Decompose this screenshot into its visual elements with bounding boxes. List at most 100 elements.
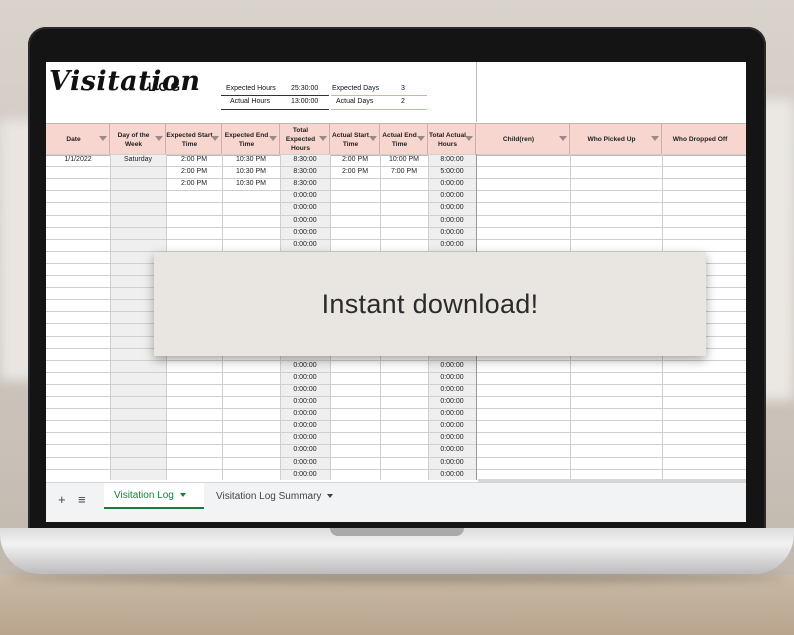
table-cell[interactable]: 0:00:00 [428, 398, 476, 405]
table-cell[interactable]: 2:00 PM [166, 156, 222, 163]
expected-hours-value[interactable]: 25:30:00 [291, 85, 318, 92]
row-divider [46, 469, 746, 470]
table-cell[interactable]: 0:00:00 [428, 434, 476, 441]
all-sheets-menu-icon[interactable]: ≡ [78, 492, 86, 507]
table-cell[interactable]: 0:00:00 [280, 459, 330, 466]
row-divider [46, 420, 746, 421]
table-cell[interactable]: 0:00:00 [280, 192, 330, 199]
table-cell[interactable]: 8:30:00 [280, 156, 330, 163]
col-header-actual-start[interactable]: Actual Start Time [330, 124, 380, 155]
summary-divider-accent [331, 95, 427, 96]
table-cell[interactable]: 0:00:00 [280, 241, 330, 248]
filter-dropdown-icon[interactable] [211, 136, 219, 141]
table-cell[interactable]: 0:00:00 [428, 471, 476, 478]
filter-dropdown-icon[interactable] [269, 136, 277, 141]
table-cell[interactable]: 1/1/2022 [46, 156, 110, 163]
sheet-tab-bar: + ≡ Visitation Log Visitation Log Summar… [46, 482, 746, 522]
tab-visitation-log[interactable]: Visitation Log [104, 483, 204, 509]
table-cell[interactable]: 2:00 PM [330, 168, 380, 175]
add-sheet-icon[interactable]: + [58, 492, 66, 507]
filter-dropdown-icon[interactable] [559, 136, 567, 141]
row-divider [46, 408, 746, 409]
table-cell[interactable]: 10:00 PM [380, 156, 428, 163]
table-cell[interactable]: 2:00 PM [166, 168, 222, 175]
filter-dropdown-icon[interactable] [99, 136, 107, 141]
col-header-who-picked-up[interactable]: Who Picked Up [570, 124, 662, 155]
table-cell[interactable]: 2:00 PM [166, 180, 222, 187]
table-cell[interactable]: 8:30:00 [280, 168, 330, 175]
table-cell[interactable]: 0:00:00 [428, 422, 476, 429]
table-cell[interactable]: 0:00:00 [280, 362, 330, 369]
col-header-day-of-week[interactable]: Day of the Week [110, 124, 166, 155]
table-cell[interactable]: 5:00:00 [428, 168, 476, 175]
table-cell[interactable]: 0:00:00 [280, 398, 330, 405]
col-header-children[interactable]: Child(ren) [476, 124, 570, 155]
table-cell[interactable]: 0:00:00 [428, 446, 476, 453]
table-cell[interactable]: 10:30 PM [222, 180, 280, 187]
header-right-area [476, 62, 746, 122]
table-cell[interactable]: 0:00:00 [280, 204, 330, 211]
table-cell[interactable]: 7:00 PM [380, 168, 428, 175]
actual-days-value[interactable]: 2 [401, 98, 405, 105]
table-cell[interactable]: 0:00:00 [428, 180, 476, 187]
table-cell[interactable]: 0:00:00 [428, 459, 476, 466]
table-cell[interactable]: 0:00:00 [280, 386, 330, 393]
col-header-total-actual[interactable]: Total Actual Hours [428, 124, 476, 155]
table-cell[interactable]: 10:30 PM [222, 168, 280, 175]
col-header-total-expected[interactable]: Total Expected Hours [280, 124, 330, 155]
tab-menu-caret-icon[interactable] [180, 493, 186, 497]
table-cell[interactable]: 0:00:00 [428, 410, 476, 417]
filter-dropdown-icon[interactable] [651, 136, 659, 141]
actual-hours-value[interactable]: 13:00:00 [291, 98, 318, 105]
wooden-table [0, 575, 794, 635]
col-header-who-dropped-off[interactable]: Who Dropped Off [662, 124, 746, 155]
table-cell[interactable]: 0:00:00 [428, 362, 476, 369]
actual-hours-label: Actual Hours [230, 98, 270, 105]
table-cell[interactable]: 0:00:00 [280, 434, 330, 441]
col-header-expected-start[interactable]: Expected Start Time [166, 124, 222, 155]
table-cell[interactable]: 0:00:00 [428, 192, 476, 199]
row-divider [46, 360, 746, 361]
spreadsheet-screen: Visitation LOG Expected Hours 25:30:00 E… [46, 62, 746, 522]
expected-hours-label: Expected Hours [226, 85, 276, 92]
table-cell[interactable]: 8:30:00 [280, 180, 330, 187]
table-cell[interactable]: 0:00:00 [428, 241, 476, 248]
filter-dropdown-icon[interactable] [465, 136, 473, 141]
sheet-title-suffix: LOG [148, 80, 183, 94]
tab-menu-caret-icon[interactable] [327, 494, 333, 498]
table-cell[interactable]: 0:00:00 [280, 374, 330, 381]
table-cell[interactable]: 0:00:00 [280, 217, 330, 224]
table-cell[interactable]: 2:00 PM [330, 156, 380, 163]
filter-dropdown-icon[interactable] [417, 136, 425, 141]
col-header-actual-end[interactable]: Actual End Time [380, 124, 428, 155]
tab-visitation-log-summary[interactable]: Visitation Log Summary [206, 483, 346, 509]
laptop-notch [330, 528, 464, 536]
table-cell[interactable]: 0:00:00 [280, 422, 330, 429]
expected-days-value[interactable]: 3 [401, 85, 405, 92]
instant-download-banner: Instant download! [154, 252, 706, 356]
table-cell[interactable]: 0:00:00 [428, 374, 476, 381]
row-divider [46, 227, 746, 228]
row-divider [46, 202, 746, 203]
table-cell[interactable]: 10:30 PM [222, 156, 280, 163]
table-cell[interactable]: 8:00:00 [428, 156, 476, 163]
table-cell[interactable]: 0:00:00 [428, 204, 476, 211]
summary-divider [221, 95, 329, 96]
filter-dropdown-icon[interactable] [369, 136, 377, 141]
row-divider [46, 215, 746, 216]
filter-dropdown-icon[interactable] [155, 136, 163, 141]
table-cell[interactable]: 0:00:00 [428, 386, 476, 393]
col-header-date[interactable]: Date [46, 124, 110, 155]
table-cell[interactable]: 0:00:00 [280, 229, 330, 236]
row-divider [46, 384, 746, 385]
table-cell[interactable]: 0:00:00 [428, 229, 476, 236]
table-cell[interactable]: Saturday [110, 156, 166, 163]
table-cell[interactable]: 0:00:00 [280, 410, 330, 417]
filter-dropdown-icon[interactable] [319, 136, 327, 141]
table-cell[interactable]: 0:00:00 [280, 446, 330, 453]
table-cell[interactable]: 0:00:00 [428, 217, 476, 224]
row-divider [46, 432, 746, 433]
col-header-expected-end[interactable]: Expected End Time [222, 124, 280, 155]
table-cell[interactable]: 0:00:00 [280, 471, 330, 478]
row-divider [46, 178, 746, 179]
